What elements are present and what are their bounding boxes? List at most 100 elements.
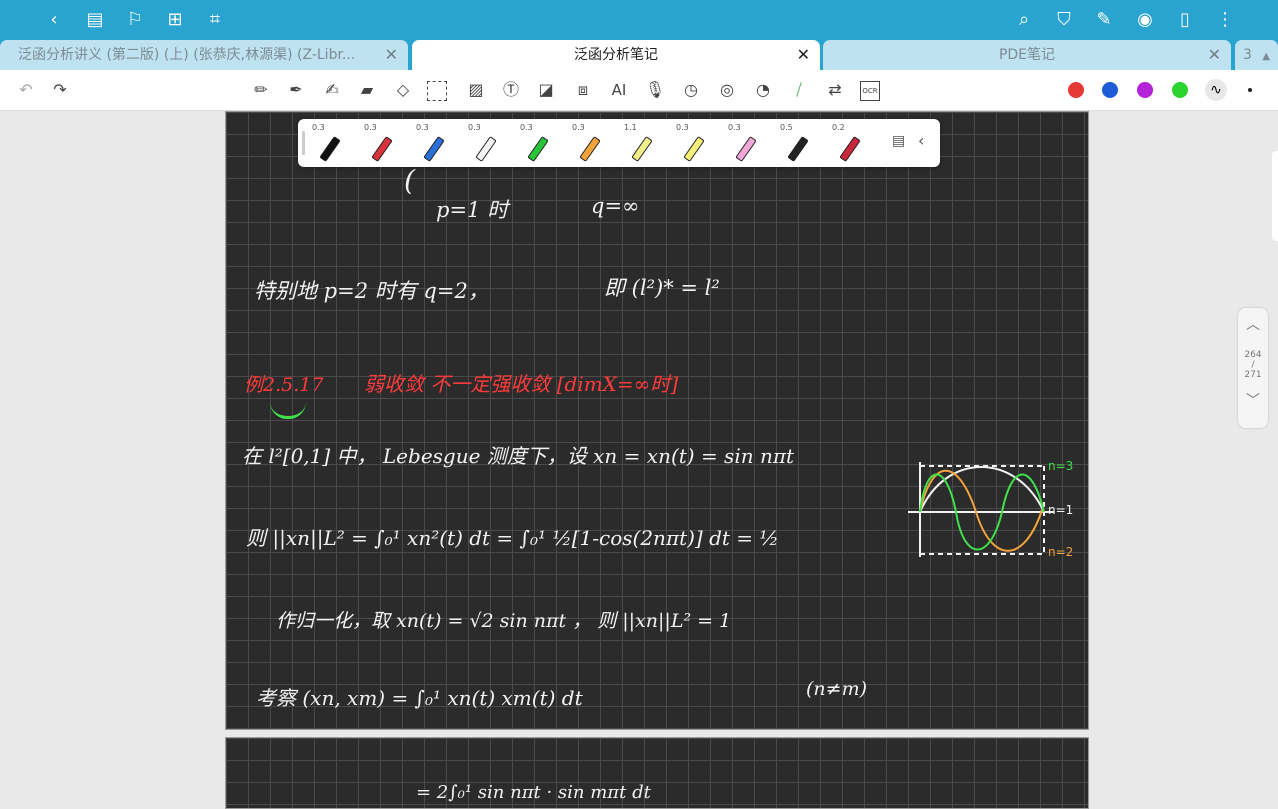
note-line-7b: (n≠m) [806,678,867,700]
pen-size-label: 0.3 [676,123,689,132]
sticker-icon[interactable]: ◔ [751,78,775,102]
color-red[interactable] [1068,82,1084,98]
laser-icon[interactable]: ◎ [715,78,739,102]
ocr-text-icon[interactable]: ⧈ [571,78,595,102]
tab-strip: 泛函分析讲义 (第二版) (上) (张恭庆,林源渠) (Z-Libr... ✕ … [0,40,1278,70]
pen-icon [787,136,809,162]
undo-icon[interactable]: ↶ [14,78,38,102]
pen-size-label: 1.1 [624,123,637,132]
drag-handle[interactable] [302,131,305,155]
bookmark-icon[interactable]: ⚐ [121,6,149,34]
brace-mark: ( [404,164,415,197]
tab-overflow[interactable]: 3 ▲ [1235,40,1278,70]
shape-icon[interactable]: ◪ [534,78,558,102]
pen-size-label: 0.3 [520,123,533,132]
note-line-5: 则 ||xn||L² = ∫₀¹ xn²(t) dt = ∫₀¹ ½[1-cos… [246,526,779,550]
note-line-2a: 特别地 p=2 时有 q=2， [254,279,489,303]
pen-size-label: 0.3 [728,123,741,132]
pen-size-label: 0.3 [364,123,377,132]
fountain-pen-icon[interactable]: ✒ [284,78,308,102]
color-purple[interactable] [1137,82,1153,98]
pen-preset[interactable]: 0.2 [830,123,880,163]
shirt-icon[interactable]: ⛉ [1050,6,1078,34]
translate-icon[interactable]: ⇄ [823,78,847,102]
chevron-up-icon[interactable]: ︿ [1238,314,1268,334]
pen-preset[interactable]: 0.3 [726,123,776,163]
pen-icon [527,136,549,162]
pen-icon[interactable]: ✍ [320,78,344,102]
note-canvas[interactable]: ( p=1 时 q=∞ 特别地 p=2 时有 q=2， 即 (l²)* = l²… [0,111,1278,809]
collapse-chevron-icon[interactable]: ‹ [918,131,924,150]
add-page-icon[interactable]: ⊞ [161,6,189,34]
pen-preset[interactable]: 0.3 [570,123,620,163]
back-icon[interactable]: ‹ [40,6,68,34]
pen-icon [735,136,757,162]
eye-icon[interactable]: ◉ [1131,6,1159,34]
pen-preset[interactable]: 0.3 [466,123,516,163]
pen-size-label: 0.3 [312,123,325,132]
ruler-icon[interactable]: ⧸ [787,78,811,102]
pen-edit-icon[interactable]: ✎ [1090,6,1118,34]
pen-icon [319,136,341,162]
example-title: 弱收敛 不一定强收敛 [dimX=∞时] [364,372,679,396]
tab-pde-notes[interactable]: PDE笔记 ✕ [823,40,1231,70]
close-icon[interactable]: ✕ [797,40,810,70]
pen-size-label: 0.2 [832,123,845,132]
pen-size-label: 0.3 [468,123,481,132]
pen-icon [423,136,445,162]
note-page[interactable]: ( p=1 时 q=∞ 特别地 p=2 时有 q=2， 即 (l²)* = l²… [225,111,1089,730]
timer-icon[interactable]: ◷ [679,78,703,102]
sidebar-icon[interactable]: ▤ [81,6,109,34]
pen-preset[interactable]: 0.5 [778,123,828,163]
stroke-style-icon[interactable]: ∿ [1205,79,1227,101]
ocr-icon[interactable]: OCR [860,81,880,101]
pen-preset[interactable]: 0.3 [310,123,360,163]
phone-icon[interactable]: ▯ [1171,6,1199,34]
color-blue[interactable] [1102,82,1118,98]
pen-icon [631,136,653,162]
pen-preset[interactable]: 0.3 [674,123,724,163]
ai-icon[interactable]: AI [607,78,631,102]
crop-icon[interactable]: ⌗ [201,6,229,34]
scroll-handle[interactable] [1272,151,1278,241]
tab-count: 3 [1243,47,1252,63]
pen-icon [683,136,705,162]
lasso-icon[interactable] [427,81,447,101]
thickness-dot-icon[interactable] [1248,88,1252,92]
pencil-icon[interactable]: ✏ [249,78,273,102]
note-line-4: 在 l²[0,1] 中， Lebesgue 测度下，设 xn = xn(t) =… [242,444,795,468]
text-box-icon[interactable]: Ⓣ [499,78,523,102]
note-line-6: 作归一化，取 xn(t) = √2 sin nπt ， 则 ||xn||L² =… [276,610,732,632]
current-page: 264 [1244,350,1262,360]
page-separator: / [1251,360,1255,370]
tab-functional-analysis-notes[interactable]: 泛函分析笔记 ✕ [412,40,820,70]
close-icon[interactable]: ✕ [385,40,398,70]
next-note-page[interactable]: = 2∫₀¹ sin nπt · sin mπt dt [225,737,1089,809]
chevron-down-icon[interactable]: ﹀ [1238,390,1268,410]
more-icon[interactable]: ⋮ [1211,6,1239,34]
note-line-7: 考察 (xn, xm) = ∫₀¹ xn(t) xm(t) dt [256,686,583,710]
pen-icon [371,136,393,162]
close-icon[interactable]: ✕ [1208,40,1221,70]
mic-icon[interactable]: 🎙 [643,78,667,102]
image-icon[interactable]: ▨ [464,78,488,102]
tab-label: 泛函分析笔记 [574,47,658,63]
pen-preset[interactable]: 0.3 [362,123,412,163]
green-underline-mark [270,402,306,419]
pen-preset[interactable]: 0.3 [414,123,464,163]
pen-preset[interactable]: 1.1 [622,123,672,163]
pen-settings-icon[interactable]: ▤ [892,133,905,149]
example-number: 例2.5.17 [244,374,324,396]
pen-preset[interactable]: 0.3 [518,123,568,163]
note-line-1a: p=1 时 [436,198,509,222]
note-line-2b: 即 (l²)* = l² [604,276,720,300]
color-green[interactable] [1172,82,1188,98]
search-icon[interactable]: ⌕ [1010,6,1038,34]
redo-icon[interactable]: ↷ [48,78,72,102]
chevron-up-icon: ▲ [1262,51,1271,62]
highlighter-icon[interactable]: ▰ [355,78,379,102]
tab-book[interactable]: 泛函分析讲义 (第二版) (上) (张恭庆,林源渠) (Z-Libr... ✕ [0,40,408,70]
eraser-icon[interactable]: ◇ [391,78,415,102]
label-n1: n=1 [1048,503,1073,517]
pen-size-label: 0.3 [572,123,585,132]
